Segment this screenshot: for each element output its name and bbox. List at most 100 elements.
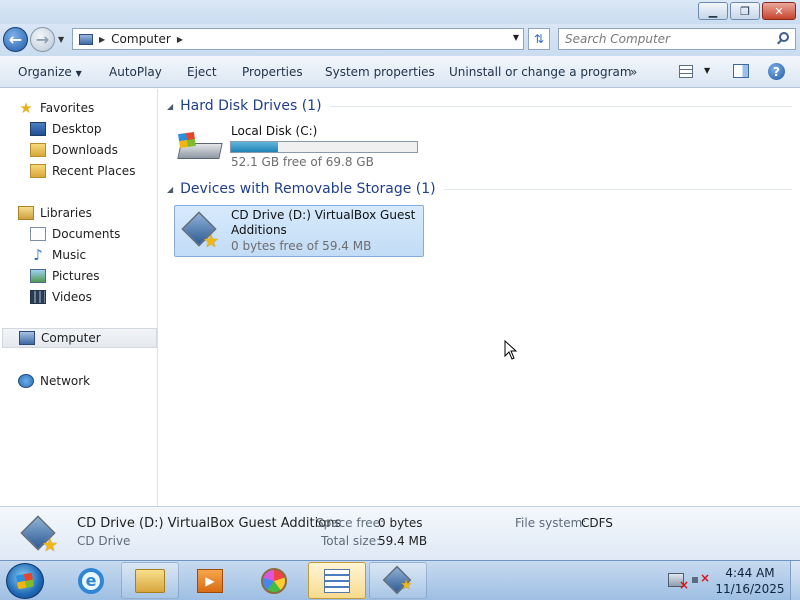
music-note-icon: ♪ xyxy=(33,246,43,264)
minimize-button[interactable]: ▁ xyxy=(698,2,728,20)
help-icon[interactable]: ? xyxy=(768,63,785,80)
volume-muted-icon[interactable] xyxy=(692,571,710,587)
show-desktop-button[interactable] xyxy=(790,561,800,600)
breadcrumb-arrow-icon[interactable]: ▶ xyxy=(99,35,105,44)
list-window-icon xyxy=(324,568,350,593)
breadcrumb-arrow-icon[interactable]: ▶ xyxy=(177,35,183,44)
group-label: Hard Disk Drives (1) xyxy=(180,98,322,114)
close-icon: ✕ xyxy=(774,4,784,18)
more-commands-button[interactable]: » xyxy=(630,65,637,79)
nav-documents[interactable]: Documents xyxy=(30,224,157,244)
system-properties-button[interactable]: System properties xyxy=(325,65,435,79)
taskbar-virtualbox-cd[interactable]: ★ xyxy=(369,562,427,599)
local-disk-item[interactable]: Local Disk (C:) 52.1 GB free of 69.8 GB xyxy=(175,123,425,169)
refresh-icon: ⇅ xyxy=(533,32,545,46)
space-free-value: 0 bytes xyxy=(378,516,423,530)
details-type: CD Drive xyxy=(77,534,131,548)
back-button[interactable]: ← xyxy=(3,27,28,52)
address-history-dropdown-icon[interactable]: ▼ xyxy=(513,33,519,42)
breadcrumb-computer[interactable]: Computer xyxy=(111,32,171,46)
content-area: ◢ Hard Disk Drives (1) Local Disk (C:) 5… xyxy=(159,89,800,506)
details-pane: ★ CD Drive (D:) VirtualBox Guest Additio… xyxy=(0,506,800,560)
taskbar-paint[interactable] xyxy=(245,562,303,599)
title-bar: ▁ ❐ ✕ xyxy=(0,0,800,24)
nav-desktop[interactable]: Desktop xyxy=(30,119,157,139)
group-header-removable[interactable]: ◢ Devices with Removable Storage (1) xyxy=(167,181,792,197)
properties-button[interactable]: Properties xyxy=(242,65,303,79)
close-button[interactable]: ✕ xyxy=(762,2,796,20)
uninstall-program-button[interactable]: Uninstall or change a program xyxy=(449,65,632,79)
preview-pane-icon[interactable] xyxy=(733,64,749,78)
disk-usage-bar xyxy=(230,141,418,153)
star-icon: ★ xyxy=(19,99,33,117)
pictures-icon xyxy=(30,269,46,283)
network-status-icon[interactable] xyxy=(668,573,689,592)
taskbar-media-player[interactable]: ▶ xyxy=(181,562,239,599)
file-system-label: File system: xyxy=(515,516,587,530)
recent-pages-dropdown-icon[interactable]: ▼ xyxy=(58,35,64,44)
computer-icon xyxy=(19,331,35,345)
taskbar-explorer[interactable] xyxy=(121,562,179,599)
drive-name: Local Disk (C:) xyxy=(231,124,318,138)
cd-drive-item[interactable]: ★ CD Drive (D:) VirtualBox Guest Additio… xyxy=(174,205,424,257)
star-icon: ★ xyxy=(41,535,58,556)
autoplay-button[interactable]: AutoPlay xyxy=(109,65,162,79)
downloads-folder-icon xyxy=(30,143,46,157)
forward-button[interactable]: → xyxy=(30,27,55,52)
start-button[interactable] xyxy=(6,563,44,599)
nav-label: Desktop xyxy=(52,122,102,136)
address-row: ← → ▼ ▶ Computer ▶ ▼ ⇅ xyxy=(0,24,800,56)
eject-button[interactable]: Eject xyxy=(187,65,217,79)
details-title: CD Drive (D:) VirtualBox Guest Additions xyxy=(77,516,342,531)
taskbar-internet-explorer[interactable]: e xyxy=(62,562,120,599)
nav-label: Computer xyxy=(41,331,101,345)
nav-videos[interactable]: Videos xyxy=(30,287,157,307)
organize-button[interactable]: Organize ▼ xyxy=(18,65,82,79)
nav-computer[interactable]: Computer xyxy=(2,328,157,348)
hard-drive-icon xyxy=(177,131,223,163)
maximize-button[interactable]: ❐ xyxy=(730,2,760,20)
mouse-cursor-icon xyxy=(504,340,518,360)
chevron-down-icon: ▼ xyxy=(75,69,82,78)
search-icon[interactable] xyxy=(779,32,789,42)
system-clock[interactable]: 4:44 AM 11/16/2025 xyxy=(712,565,788,597)
internet-explorer-icon: e xyxy=(78,567,104,594)
file-system-value: CDFS xyxy=(581,516,613,530)
collapse-triangle-icon[interactable]: ◢ xyxy=(167,185,173,194)
nav-libraries[interactable]: Libraries xyxy=(18,203,157,223)
virtualbox-icon: ★ xyxy=(382,565,412,595)
nav-recent-places[interactable]: Recent Places xyxy=(30,161,157,181)
refresh-button[interactable]: ⇅ xyxy=(528,28,550,50)
back-arrow-icon: ← xyxy=(8,30,23,49)
collapse-triangle-icon[interactable]: ◢ xyxy=(167,102,173,111)
nav-network[interactable]: Network xyxy=(18,371,157,391)
nav-label: Network xyxy=(40,374,91,388)
search-box[interactable] xyxy=(558,28,796,50)
view-options-dropdown-icon[interactable]: ▼ xyxy=(704,66,710,75)
media-player-icon: ▶ xyxy=(197,568,223,593)
search-input[interactable] xyxy=(565,32,775,46)
desktop-icon xyxy=(30,122,46,136)
nav-favorites[interactable]: ★ Favorites xyxy=(18,98,157,118)
total-size-value: 59.4 MB xyxy=(378,534,428,548)
change-view-icon[interactable] xyxy=(679,65,693,78)
star-icon: ★ xyxy=(400,577,412,593)
nav-label: Documents xyxy=(52,227,121,241)
taskbar-active-window[interactable] xyxy=(308,562,366,599)
recent-places-icon xyxy=(30,164,46,178)
disk-usage-fill xyxy=(231,142,278,152)
space-free-label: Space free: xyxy=(316,516,385,530)
nav-downloads[interactable]: Downloads xyxy=(30,140,157,160)
command-bar: Organize ▼ AutoPlay Eject Properties Sys… xyxy=(0,56,800,88)
nav-label: Downloads xyxy=(52,143,118,157)
folder-icon xyxy=(135,568,165,593)
taskbar: e ▶ ★ 4:44 AM 11/16/2025 xyxy=(0,560,800,600)
nav-label: Recent Places xyxy=(52,164,136,178)
address-bar[interactable]: ▶ Computer ▶ ▼ xyxy=(72,28,524,50)
drive-name-line2: Additions xyxy=(231,223,287,237)
drive-free-space: 52.1 GB free of 69.8 GB xyxy=(231,155,374,169)
nav-music[interactable]: ♪ Music xyxy=(30,245,157,265)
paint-palette-icon xyxy=(261,567,287,594)
group-header-hard-disk[interactable]: ◢ Hard Disk Drives (1) xyxy=(167,98,792,114)
nav-pictures[interactable]: Pictures xyxy=(30,266,157,286)
